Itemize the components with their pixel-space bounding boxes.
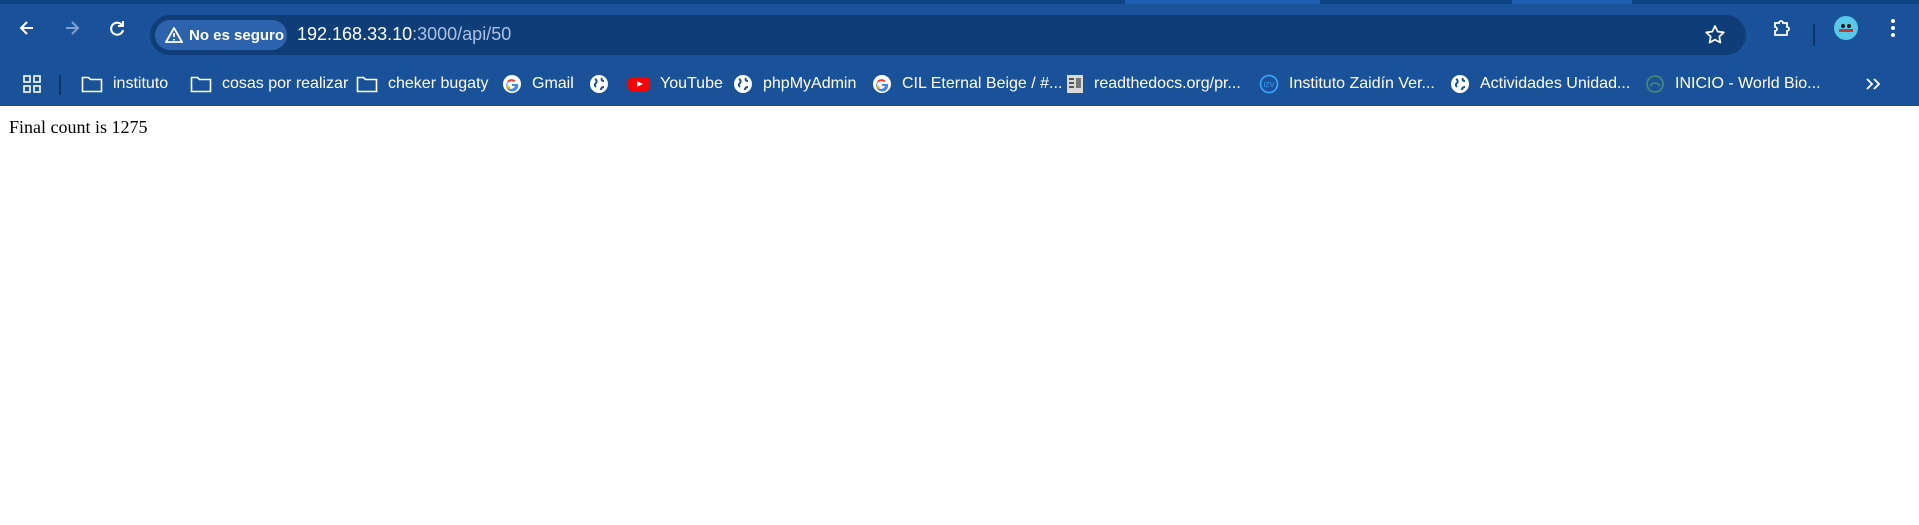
kebab-menu-icon — [1891, 19, 1895, 37]
school-icon: IZV — [1259, 74, 1279, 94]
folder-icon — [190, 76, 212, 93]
globe-icon — [590, 75, 608, 93]
page-content: Final count is 1275 — [9, 117, 148, 138]
url-text[interactable]: 192.168.33.10:3000/api/50 — [297, 24, 511, 45]
globe-icon — [1451, 75, 1469, 93]
toolbar-divider — [1813, 24, 1815, 46]
more-bookmarks-button[interactable] — [1864, 69, 1882, 99]
folder-icon — [81, 76, 103, 93]
bookmark-item[interactable]: INICIO - World Bio... — [1645, 69, 1821, 99]
apps-button[interactable] — [22, 69, 42, 99]
reload-button[interactable] — [101, 12, 133, 44]
browser-chrome: No es seguro 192.168.33.10:3000/api/50 i… — [0, 4, 1919, 106]
bookmark-label: Instituto Zaidín Ver... — [1289, 75, 1435, 92]
chevron-double-right-icon — [1866, 78, 1881, 90]
youtube-icon — [628, 77, 650, 91]
bookmark-item[interactable]: Gmail — [502, 69, 574, 99]
menu-button[interactable] — [1877, 12, 1909, 44]
folder-icon — [356, 76, 378, 93]
extensions-button[interactable] — [1766, 12, 1798, 44]
bookmark-item[interactable]: CIL Eternal Beige / #... — [872, 69, 1062, 99]
bookmark-item[interactable]: readthedocs.org/pr... — [1066, 69, 1241, 99]
bookmark-label: Actividades Unidad... — [1480, 75, 1631, 92]
docs-icon — [1067, 75, 1083, 93]
profile-button[interactable] — [1830, 12, 1862, 44]
bookmark-item[interactable]: YouTube — [628, 69, 723, 99]
result-text: Final count is 1275 — [9, 117, 148, 137]
bookmark-label: Gmail — [532, 75, 574, 92]
bookmarks-bar: instituto cosas por realizar cheker buga… — [0, 63, 1919, 105]
bookmark-item[interactable]: cheker bugaty — [356, 69, 489, 99]
avatar — [1834, 16, 1858, 40]
bookmark-item[interactable] — [589, 69, 609, 99]
bookmark-item[interactable]: cosas por realizar — [190, 69, 348, 99]
arrow-right-icon — [66, 21, 80, 35]
warning-icon — [165, 27, 183, 43]
back-button[interactable] — [11, 12, 43, 44]
bookmark-label: readthedocs.org/pr... — [1094, 75, 1241, 92]
bookmark-label: cheker bugaty — [388, 75, 489, 92]
arrow-left-icon — [19, 21, 33, 35]
security-label: No es seguro — [189, 26, 285, 44]
google-icon — [873, 75, 891, 93]
globe-icon — [734, 75, 752, 93]
site-icon — [1646, 75, 1664, 93]
toolbar: No es seguro 192.168.33.10:3000/api/50 — [0, 4, 1919, 55]
security-chip[interactable]: No es seguro — [155, 20, 287, 50]
url-path: :3000/api/50 — [412, 24, 512, 44]
bookmark-item[interactable]: IZV Instituto Zaidín Ver... — [1259, 69, 1435, 99]
svg-text:IZV: IZV — [1264, 82, 1275, 89]
bookmark-label: CIL Eternal Beige / #... — [902, 75, 1063, 92]
bookmark-label: INICIO - World Bio... — [1675, 75, 1821, 92]
puzzle-icon — [1774, 20, 1790, 36]
url-host: 192.168.33.10 — [297, 24, 413, 44]
bookmark-item[interactable]: Actividades Unidad... — [1450, 69, 1630, 99]
bookmark-star-button[interactable] — [1703, 23, 1727, 52]
reload-icon — [110, 21, 124, 36]
address-bar[interactable]: No es seguro 192.168.33.10:3000/api/50 — [150, 15, 1746, 55]
bookmark-label: instituto — [113, 75, 169, 92]
bookmark-label: phpMyAdmin — [763, 75, 857, 92]
bookmarks-divider — [59, 75, 61, 95]
bookmark-label: cosas por realizar — [222, 75, 349, 92]
forward-button[interactable] — [56, 12, 88, 44]
bookmark-item[interactable]: instituto — [81, 69, 168, 99]
bookmark-item[interactable]: phpMyAdmin — [733, 69, 856, 99]
bookmark-label: YouTube — [660, 75, 723, 92]
star-icon — [1705, 25, 1725, 44]
google-icon — [503, 75, 521, 93]
apps-grid-icon — [23, 75, 41, 93]
